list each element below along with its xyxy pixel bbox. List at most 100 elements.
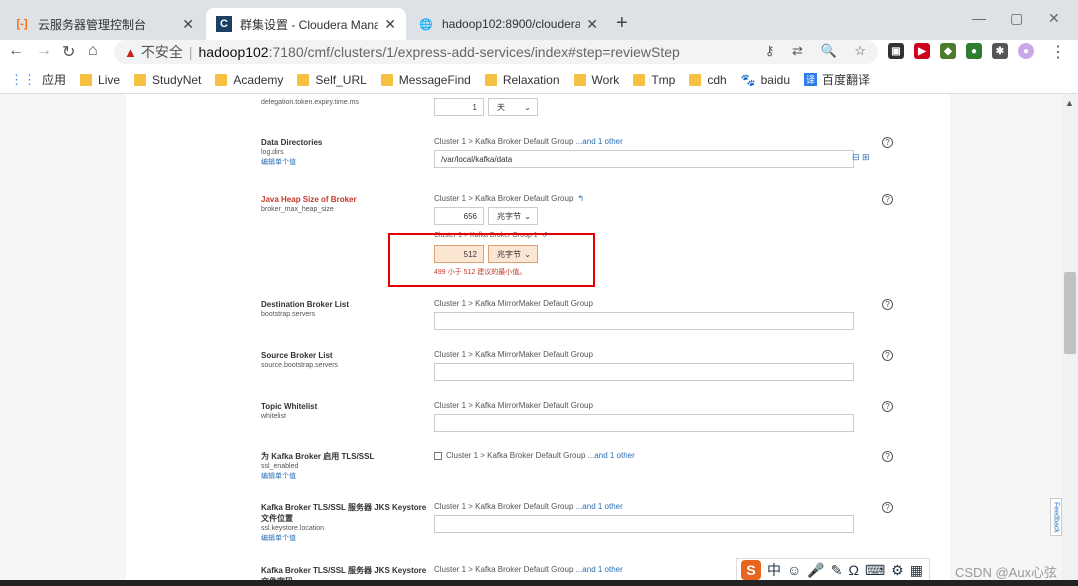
data-directories-input[interactable]: /var/local/kafka/data [434, 150, 854, 168]
help-icon[interactable]: ? [882, 401, 893, 412]
bookmark-messagefind[interactable]: MessageFind [380, 72, 471, 87]
home-icon[interactable]: ⌂ [88, 42, 98, 60]
url-path: :7180/cmf/clusters/1/express-add-service… [268, 44, 680, 60]
token-expiry-unit-select[interactable]: 天 ⌄ [488, 98, 538, 116]
tab-hadoop[interactable]: 🌐 hadoop102:8900/cloudera-re ✕ [408, 8, 608, 40]
and-other-link[interactable]: ...and 1 other [588, 451, 635, 460]
back-icon[interactable]: ← [8, 42, 24, 60]
heap-unit-select[interactable]: 兆字节 ⌄ [488, 207, 538, 225]
bookmark-label: Academy [233, 72, 284, 87]
close-icon[interactable]: ✕ [586, 16, 598, 33]
and-other-link[interactable]: ...and 1 other [576, 502, 623, 511]
bookmark-apps[interactable]: ⋮⋮ 应用 [10, 71, 66, 88]
bookmark-baidu-translate[interactable]: 译百度翻译 [804, 71, 870, 88]
warning-icon: ▲ [124, 44, 137, 60]
help-icon[interactable]: ? [882, 350, 893, 361]
bookmark-label: Work [591, 72, 620, 87]
tools-icon[interactable]: ⚙ [891, 562, 904, 579]
ime-mode-label[interactable]: 中 [767, 560, 781, 580]
destination-broker-input[interactable] [434, 312, 854, 330]
puzzle-icon[interactable]: ✱ [992, 43, 1008, 59]
close-window-icon[interactable]: ✕ [1048, 10, 1060, 27]
minimize-icon[interactable]: — [972, 10, 986, 26]
undo-icon[interactable]: ↰ [577, 194, 584, 203]
avatar[interactable]: ● [1018, 43, 1034, 59]
feedback-tab[interactable]: Feedback [1050, 498, 1062, 536]
add-value-icon[interactable]: ⊞ [862, 152, 870, 163]
emoji-icon[interactable]: ☺ [787, 562, 801, 578]
zoom-icon[interactable]: 🔍 [821, 43, 837, 58]
key-icon[interactable]: ⚷ [765, 43, 775, 58]
divider: | [188, 44, 193, 60]
bookmark-label: MessageFind [398, 72, 471, 87]
translate-icon[interactable]: ⇄ [792, 43, 803, 58]
bookmark-cdh[interactable]: cdh [689, 73, 727, 87]
token-expiry-input[interactable]: 1 [434, 98, 484, 116]
close-icon[interactable]: ✕ [384, 16, 396, 33]
maximize-icon[interactable]: ▢ [1010, 10, 1023, 27]
sogou-icon[interactable]: S [741, 560, 761, 580]
forward-icon[interactable]: → [36, 42, 52, 60]
tab-cloudera[interactable]: C 群集设置 - Cloudera Manager ✕ [206, 8, 406, 40]
bookmark-live[interactable]: Live [80, 73, 120, 87]
baidu-icon: 🐾 [740, 72, 756, 87]
pen-icon[interactable]: ✎ [831, 562, 843, 579]
close-icon[interactable]: ✕ [182, 16, 194, 33]
help-icon[interactable]: ? [882, 194, 893, 205]
topic-whitelist-input[interactable] [434, 414, 854, 432]
address-bar[interactable]: ▲ 不安全 | hadoop102 :7180/cmf/clusters/1/e… [114, 40, 878, 64]
edit-individual-link[interactable]: 编辑单个值 [261, 534, 429, 544]
extension-icon[interactable]: ● [966, 43, 982, 59]
extension-icon[interactable]: ▣ [888, 43, 904, 59]
help-icon[interactable]: ? [882, 137, 893, 148]
heap-size-input[interactable]: 656 [434, 207, 484, 225]
edit-individual-link[interactable]: 编辑单个值 [261, 158, 431, 168]
microphone-icon[interactable]: 🎤 [807, 562, 824, 579]
folder-icon [297, 73, 310, 86]
page-viewport: delegation.token.expiry.time.ms 1 天 ⌄ Dat… [0, 94, 1078, 586]
tab-aliyun[interactable]: [-] 云服务器管理控制台 ✕ [4, 8, 204, 40]
scrollbar[interactable]: ▲ [1062, 94, 1078, 580]
folder-icon [573, 73, 586, 86]
new-tab-icon[interactable]: + [616, 12, 628, 35]
bookmark-relaxation[interactable]: Relaxation [484, 73, 560, 87]
scope-label: Cluster 1 > Kafka MirrorMaker Default Gr… [434, 299, 593, 308]
setting-key: whitelist [261, 413, 286, 420]
help-icon[interactable]: ? [882, 299, 893, 310]
bookmark-academy[interactable]: Academy [215, 73, 283, 87]
and-other-link[interactable]: ...and 1 other [576, 137, 623, 146]
scrollbar-thumb[interactable] [1064, 272, 1076, 354]
bookmark-work[interactable]: Work [573, 72, 620, 87]
help-icon[interactable]: ? [882, 502, 893, 513]
edit-individual-link[interactable]: 编辑单个值 [261, 472, 431, 482]
star-icon[interactable]: ☆ [854, 43, 866, 58]
remove-value-icon[interactable]: ⊟ [852, 152, 860, 163]
scope-label: Cluster 1 > Kafka Broker Default Group ↰ [434, 194, 584, 203]
source-broker-input[interactable] [434, 363, 854, 381]
omega-icon[interactable]: Ω [848, 562, 858, 578]
bookmark-baidu[interactable]: 🐾 baidu [741, 73, 790, 87]
bookmark-label: 应用 [42, 73, 67, 87]
reload-icon[interactable]: ↻ [62, 42, 75, 62]
scroll-up-icon[interactable]: ▲ [1065, 98, 1074, 108]
scope-label: Cluster 1 > Kafka Broker Default Group .… [434, 451, 635, 460]
bookmark-studynet[interactable]: StudyNet [134, 73, 201, 87]
help-icon[interactable]: ? [882, 451, 893, 462]
menu-icon[interactable]: ⋮ [1050, 42, 1066, 62]
ssl-enabled-checkbox[interactable] [434, 451, 442, 460]
and-other-link[interactable]: ...and 1 other [576, 565, 623, 574]
apps-icon: ⋮⋮ [10, 71, 36, 87]
highlight-box [388, 233, 595, 287]
folder-icon [633, 73, 646, 86]
setting-key: ssl.keystore.location [261, 525, 325, 532]
scope-text: Cluster 1 > Kafka Broker Default Group [434, 502, 574, 511]
extension-icon[interactable]: ▶ [914, 43, 930, 59]
grid-icon[interactable]: ▦ [910, 562, 923, 579]
extension-icon[interactable]: ◆ [940, 43, 956, 59]
bookmark-self-url[interactable]: Self_URL [297, 73, 367, 87]
keystore-location-input[interactable] [434, 515, 854, 533]
bookmark-tmp[interactable]: Tmp [633, 73, 675, 87]
keyboard-icon[interactable]: ⌨ [865, 562, 885, 579]
folder-icon [380, 73, 393, 86]
setting-key: bootstrap.servers [261, 311, 316, 318]
